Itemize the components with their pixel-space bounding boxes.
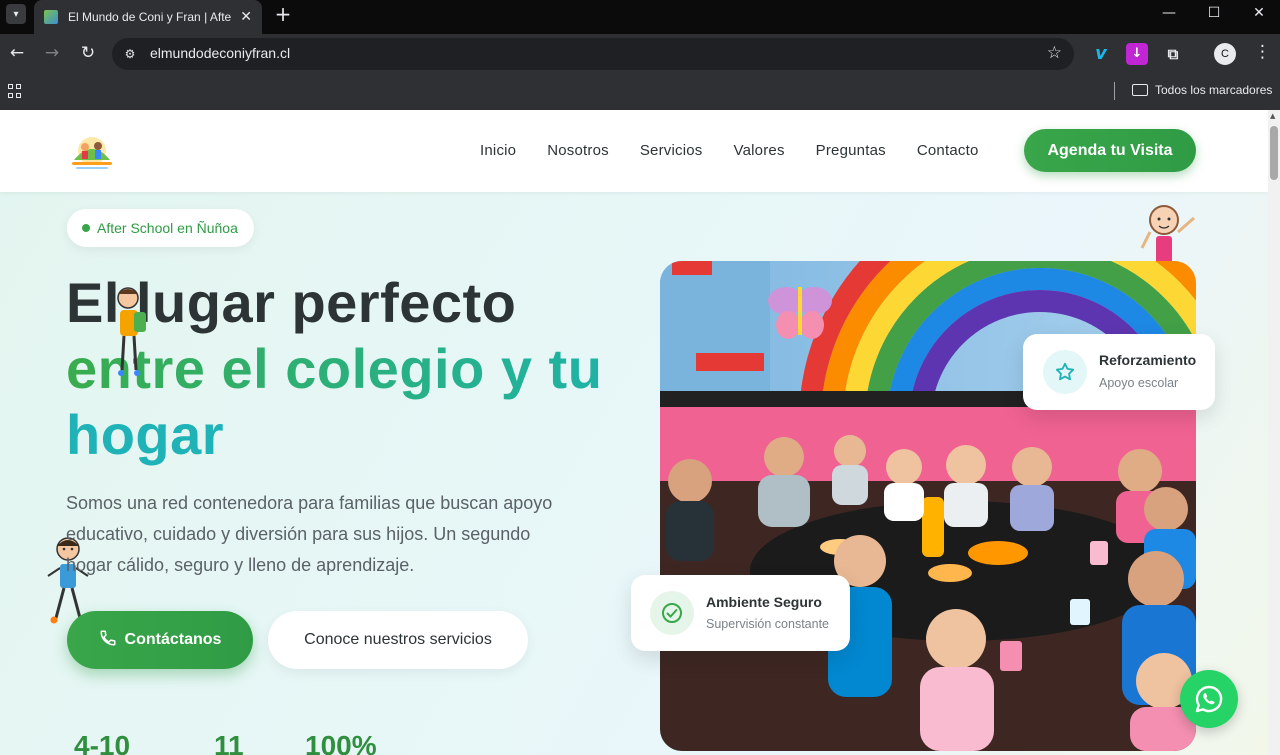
browser-tab[interactable]: El Mundo de Coni y Fran | After School ✕ [34,0,262,34]
phone-icon [99,629,117,652]
nav-inicio[interactable]: Inicio [480,142,516,159]
all-bookmarks-label[interactable]: Todos los marcadores [1155,83,1272,97]
new-tab-icon[interactable]: + [272,4,294,26]
reinforcement-card: Reforzamiento Apoyo escolar [1023,334,1215,410]
minimize-icon[interactable]: — [1146,3,1192,27]
window-close-icon[interactable]: ✕ [1236,3,1280,27]
bookmark-star-icon[interactable]: ☆ [1047,43,1062,63]
schedule-visit-button[interactable]: Agenda tu Visita [1024,129,1196,172]
page-scrollbar[interactable]: ▲ [1268,110,1280,755]
hero-title-line3: hogar [66,403,225,466]
nav-contacto[interactable]: Contacto [917,142,979,159]
whatsapp-icon [1195,685,1223,713]
location-badge: After School en Ñuñoa [67,209,254,247]
reload-icon[interactable]: ↻ [76,42,100,66]
maximize-icon[interactable]: ☐ [1191,3,1237,27]
scroll-up-icon[interactable]: ▲ [1270,112,1275,120]
address-bar[interactable]: ⚙ elmundodeconiyfran.cl ☆ [112,38,1074,70]
vimeo-icon[interactable]: v [1090,43,1112,65]
reinforcement-subtitle: Apoyo escolar [1099,376,1179,390]
contact-button[interactable]: Contáctanos [67,611,253,669]
puzzle-icon[interactable]: ⧉ [1162,43,1184,65]
kid-doodle-pink [1140,205,1195,264]
tab-title: El Mundo de Coni y Fran | After School [68,10,232,24]
reinforcement-title: Reforzamiento [1099,352,1197,368]
check-circle-icon [650,591,694,635]
stat-years: 11 [214,730,244,755]
star-icon [1043,350,1087,394]
tab-close-icon[interactable]: ✕ [240,9,252,25]
page-viewport: Inicio Nosotros Servicios Valores Pregun… [0,110,1268,755]
folder-icon[interactable] [1132,84,1148,96]
contact-button-label: Contáctanos [124,631,222,648]
whatsapp-button[interactable] [1180,670,1238,728]
nav-preguntas[interactable]: Preguntas [816,142,886,159]
site-logo[interactable] [68,134,116,172]
url-text[interactable]: elmundodeconiyfran.cl [150,45,290,61]
nav-nosotros[interactable]: Nosotros [547,142,609,159]
tab-search-icon[interactable]: ▾ [6,4,26,24]
main-nav: Inicio Nosotros Servicios Valores Pregun… [480,142,1009,159]
download-ext-icon[interactable]: ↓ [1126,43,1148,65]
apps-grid-icon[interactable] [8,84,22,98]
safe-environment-card: Ambiente Seguro Supervisión constante [631,575,850,651]
safe-environment-subtitle: Supervisión constante [706,617,829,631]
forward-arrow-icon[interactable]: → [40,42,64,66]
browser-tabbar: ▾ El Mundo de Coni y Fran | After School… [0,0,1280,34]
site-info-icon[interactable]: ⚙ [122,46,138,62]
kebab-menu-icon[interactable]: ⋮ [1254,42,1271,62]
scrollbar-thumb[interactable] [1270,126,1278,180]
stat-ages: 4-10 [74,730,131,755]
hero-description: Somos una red contenedora para familias … [66,493,553,575]
kid-doodle-backpack [117,287,146,376]
badge-dot [82,224,90,232]
back-arrow-icon[interactable]: ← [5,42,29,66]
bookmarks-bar: Todos los marcadores [0,74,1280,110]
safe-environment-title: Ambiente Seguro [706,594,822,610]
site-favicon [44,10,58,24]
services-button[interactable]: Conoce nuestros servicios [268,611,528,669]
bookmarks-divider [1114,82,1115,100]
nav-valores[interactable]: Valores [734,142,785,159]
profile-avatar[interactable]: C [1214,43,1236,65]
site-header: Inicio Nosotros Servicios Valores Pregun… [0,110,1268,192]
stat-percent: 100% [305,730,377,755]
badge-text: After School en Ñuñoa [97,220,238,236]
nav-servicios[interactable]: Servicios [640,142,703,159]
browser-toolbar: ← → ↻ ⚙ elmundodeconiyfran.cl ☆ v ↓ ⧉ C … [0,34,1280,74]
